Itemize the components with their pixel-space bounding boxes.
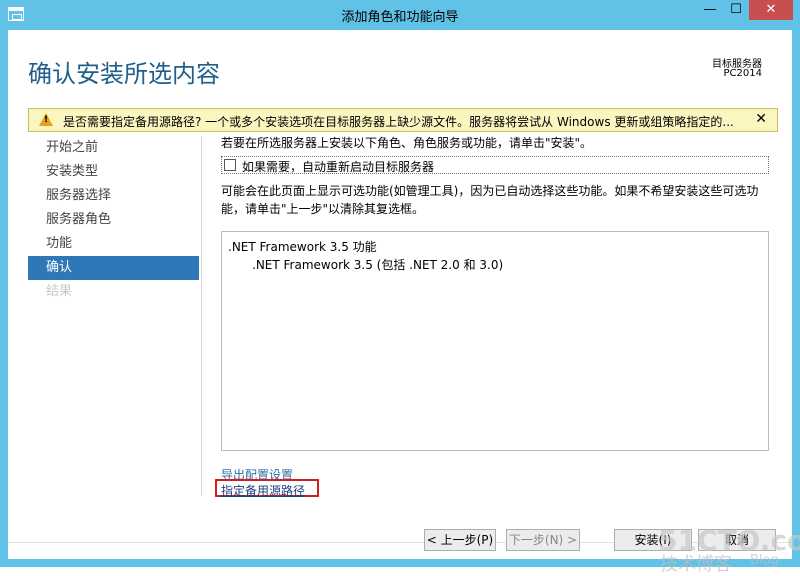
feature-list[interactable]: .NET Framework 3.5 功能 .NET Framework 3.5… (221, 231, 769, 451)
watermark-subtitle: 技术博客 (660, 554, 732, 575)
window-title: 添加角色和功能向导 (341, 10, 459, 25)
next-button: 下一步(N) > (506, 529, 580, 551)
restart-checkbox-row[interactable]: 如果需要，自动重新启动目标服务器 (221, 156, 769, 174)
nav-item-installation-type[interactable]: 安装类型 (28, 160, 199, 184)
nav-item-confirmation[interactable]: 确认 (28, 256, 199, 280)
title-bar[interactable]: 添加角色和功能向导 — ☐ ✕ (0, 0, 800, 30)
previous-button[interactable]: < 上一步(P) (424, 529, 496, 551)
minimize-button[interactable]: — (697, 0, 723, 20)
target-server-value: PC2014 (723, 68, 762, 79)
close-button[interactable]: ✕ (749, 0, 793, 20)
nav-divider (201, 136, 202, 496)
intro-text: 若要在所选服务器上安装以下角色、角色服务或功能，请单击"安装"。 (221, 136, 593, 150)
feature-item: .NET Framework 3.5 功能 (228, 240, 377, 254)
wizard-client-area: 确认安装所选内容 目标服务器 PC2014 ! 是否需要指定备用源路径? 一个或… (8, 30, 800, 575)
restart-checkbox[interactable] (224, 159, 236, 171)
nav-item-before-you-begin[interactable]: 开始之前 (28, 136, 199, 160)
warning-icon: ! (39, 113, 53, 126)
feature-subitem: .NET Framework 3.5 (包括 .NET 2.0 和 3.0) (252, 258, 504, 272)
wizard-window: 添加角色和功能向导 — ☐ ✕ 确认安装所选内容 目标服务器 PC2014 ! … (0, 0, 800, 575)
specify-source-path-link[interactable]: 指定备用源路径 (221, 482, 305, 499)
wizard-nav: 开始之前 安装类型 服务器选择 服务器角色 功能 确认 结果 (28, 136, 199, 304)
page-title: 确认安装所选内容 (28, 60, 220, 88)
nav-item-results: 结果 (46, 284, 73, 299)
warning-text: 是否需要指定备用源路径? 一个或多个安装选项在目标服务器上缺少源文件。服务器将尝… (63, 115, 734, 129)
warning-banner: ! 是否需要指定备用源路径? 一个或多个安装选项在目标服务器上缺少源文件。服务器… (28, 108, 778, 132)
optional-features-note: 可能会在此页面上显示可选功能(如管理工具)，因为已自动选择这些功能。如果不希望安… (221, 184, 759, 216)
restart-checkbox-label[interactable]: 如果需要，自动重新启动目标服务器 (242, 158, 434, 175)
nav-item-features[interactable]: 功能 (28, 232, 199, 256)
watermark-tag: Blog (750, 553, 779, 568)
nav-item-server-roles[interactable]: 服务器角色 (28, 208, 199, 232)
maximize-button[interactable]: ☐ (723, 0, 749, 20)
nav-item-server-selection[interactable]: 服务器选择 (28, 184, 199, 208)
close-icon[interactable]: ✕ (755, 111, 767, 127)
